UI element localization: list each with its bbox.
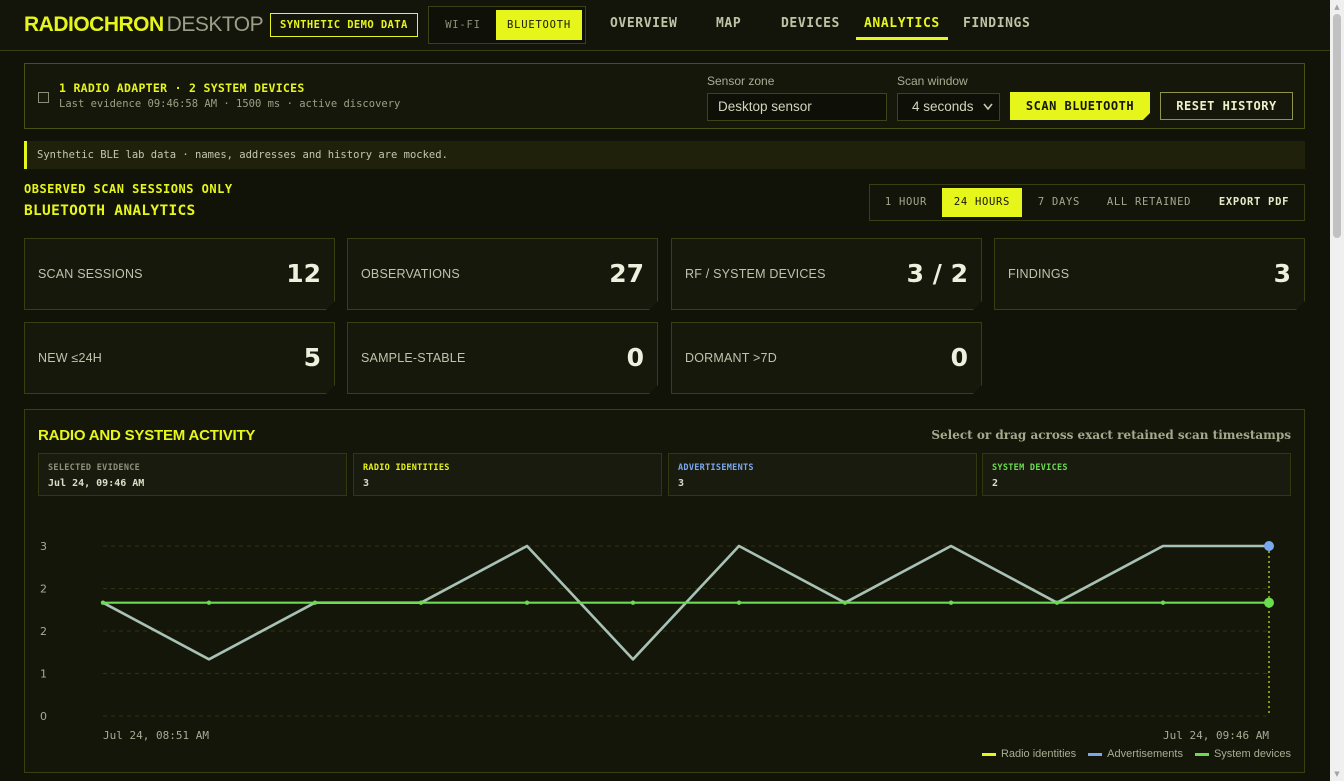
legend-system-devices: System devices — [1194, 748, 1291, 760]
legend-label: Advertisements — [1107, 748, 1183, 760]
stat-label: SCAN SESSIONS — [38, 267, 143, 281]
y-tick-label: 2 — [40, 583, 47, 596]
stat-value: 12 — [286, 259, 321, 288]
scan-window-value: 4 seconds — [912, 99, 974, 114]
series-point-system-devices — [630, 600, 636, 605]
nav-analytics[interactable]: ANALYTICS — [856, 16, 948, 40]
scan-bluetooth-button[interactable]: SCAN BLUETOOTH — [1010, 92, 1150, 120]
series-point-system-devices — [312, 600, 318, 605]
stat-value: 0 — [950, 343, 968, 372]
stat-label: RF / SYSTEM DEVICES — [685, 267, 826, 281]
adapter-title: 1 RADIO ADAPTER · 2 SYSTEM DEVICES — [59, 81, 305, 95]
scroll-down-icon[interactable]: ▼ — [1333, 770, 1341, 778]
series-point-system-devices — [206, 600, 212, 605]
y-tick-label: 0 — [40, 710, 47, 723]
section-eyebrow: OBSERVED SCAN SESSIONS ONLY — [24, 182, 233, 196]
sensor-zone-input[interactable]: Desktop sensor — [707, 93, 887, 121]
stat-label: NEW ≤24H — [38, 351, 103, 365]
legend-radio-identities: Radio identities — [981, 748, 1077, 760]
export-pdf-button[interactable]: EXPORT PDF — [1208, 188, 1300, 217]
y-tick-label: 2 — [40, 625, 47, 638]
legend-label: Radio identities — [1000, 748, 1077, 760]
mode-switch: WI-FI BLUETOOTH — [428, 6, 586, 44]
y-tick-label: 3 — [40, 540, 47, 553]
scroll-up-icon[interactable]: ▲ — [1333, 3, 1341, 11]
scan-window-select[interactable]: 4 seconds — [897, 93, 1000, 121]
range-1-hour-button[interactable]: 1 HOUR — [874, 188, 938, 217]
activity-panel: RADIO AND SYSTEM ACTIVITY Select or drag… — [24, 409, 1305, 773]
nav-devices[interactable]: DEVICES — [781, 16, 840, 40]
legend-advertisements: Advertisements — [1088, 748, 1183, 760]
x-tick-label: Jul 24, 09:46 AM — [1163, 729, 1269, 742]
stat-card-dormant-7d: DORMANT >7D 0 — [671, 322, 982, 394]
series-point-system-devices — [524, 600, 530, 605]
stat-card-sample-stable: SAMPLE-STABLE 0 — [347, 322, 658, 394]
synthetic-demo-badge: SYNTHETIC DEMO DATA — [270, 13, 418, 37]
stat-card-findings: FINDINGS 3 — [994, 238, 1305, 310]
stat-value: 5 — [303, 343, 321, 372]
series-point-system-devices — [1160, 600, 1166, 605]
legend-swatch — [981, 752, 996, 756]
stat-label: DORMANT >7D — [685, 351, 777, 365]
mode-bluetooth-button[interactable]: BLUETOOTH — [496, 10, 582, 40]
nav-overview[interactable]: OVERVIEW — [610, 16, 677, 40]
series-point-system-devices — [1054, 600, 1060, 605]
range-all-retained-button[interactable]: ALL RETAINED — [1096, 188, 1202, 217]
y-tick-label: 1 — [40, 668, 47, 681]
stat-card-new-24h: NEW ≤24H 5 — [24, 322, 335, 394]
stat-label: OBSERVATIONS — [361, 267, 460, 281]
legend-label: System devices — [1213, 748, 1291, 760]
app-logo: RADIOCHRON DESKTOP — [24, 13, 264, 37]
series-point-advertisements — [1264, 541, 1274, 551]
series-point-system-devices — [736, 600, 742, 605]
series-point-system-devices — [100, 600, 106, 605]
reset-history-button[interactable]: RESET HISTORY — [1160, 92, 1293, 120]
series-point-system-devices — [842, 600, 848, 605]
page-title: BLUETOOTH ANALYTICS — [24, 203, 196, 219]
stat-value: 27 — [609, 259, 644, 288]
chart-legend: Radio identities Advertisements System d… — [981, 747, 1291, 761]
sensor-zone-label: Sensor zone — [707, 74, 775, 88]
stat-value: 3 / 2 — [906, 259, 968, 288]
legend-swatch — [1088, 752, 1103, 756]
nav-findings[interactable]: FINDINGS — [963, 16, 1030, 40]
adapter-subtitle: Last evidence 09:46:58 AM · 1500 ms · ac… — [59, 98, 401, 110]
adapter-checkbox[interactable] — [38, 92, 49, 103]
synthetic-data-notice: Synthetic BLE lab data · names, addresse… — [24, 141, 1305, 169]
time-range-selector: 1 HOUR 24 HOURS 7 DAYS ALL RETAINED EXPO… — [869, 184, 1305, 221]
range-24-hours-button[interactable]: 24 HOURS — [942, 188, 1022, 217]
series-point-system-devices — [948, 600, 954, 605]
series-point-system-devices — [1264, 597, 1274, 608]
brand-name: RADIOCHRON — [24, 13, 164, 36]
stat-card-scan-sessions: SCAN SESSIONS 12 — [24, 238, 335, 310]
activity-chart[interactable]: 0 1 2 2 3 Jul 24, 08:51 AM Jul 24, 09:46 AM — [25, 410, 1306, 774]
x-tick-label: Jul 24, 08:51 AM — [103, 729, 209, 742]
brand-suffix: DESKTOP — [166, 13, 264, 36]
top-bar: RADIOCHRON DESKTOP SYNTHETIC DEMO DATA WI… — [0, 0, 1330, 51]
mode-wifi-button[interactable]: WI-FI — [432, 10, 494, 40]
stat-card-observations: OBSERVATIONS 27 — [347, 238, 658, 310]
stat-value: 0 — [626, 343, 644, 372]
scrollbar-thumb[interactable] — [1333, 14, 1341, 238]
scan-window-label: Scan window — [897, 74, 968, 88]
chevron-down-icon — [983, 94, 993, 131]
stat-card-rf-system-devices: RF / SYSTEM DEVICES 3 / 2 — [671, 238, 982, 310]
stat-value: 3 — [1273, 259, 1291, 288]
nav-map[interactable]: MAP — [716, 16, 741, 40]
stat-label: SAMPLE-STABLE — [361, 351, 466, 365]
range-7-days-button[interactable]: 7 DAYS — [1026, 188, 1092, 217]
stat-label: FINDINGS — [1008, 267, 1070, 281]
adapter-panel: 1 RADIO ADAPTER · 2 SYSTEM DEVICES Last … — [24, 63, 1305, 129]
legend-swatch — [1194, 752, 1209, 756]
series-point-system-devices — [418, 600, 424, 605]
